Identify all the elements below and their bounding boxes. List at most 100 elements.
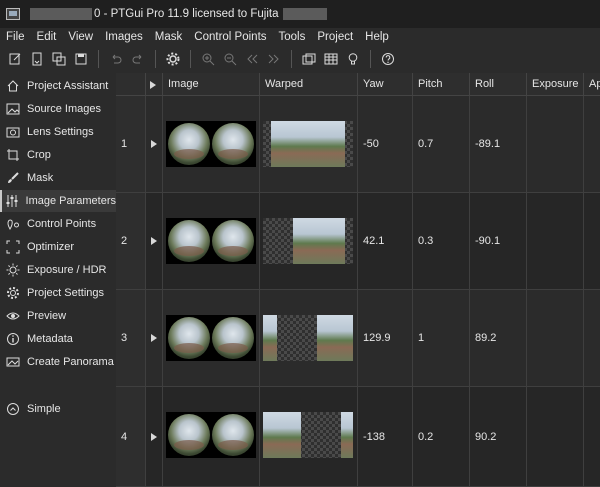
sidebar-item-metadata[interactable]: Metadata bbox=[0, 328, 116, 350]
table-row[interactable]: 2 42.1 0.3 -90.1 bbox=[116, 193, 600, 290]
menu-tools[interactable]: Tools bbox=[273, 31, 312, 43]
menu-project[interactable]: Project bbox=[311, 31, 359, 43]
row-expand[interactable] bbox=[146, 387, 163, 486]
header-image[interactable]: Image bbox=[163, 73, 260, 96]
toolbar-separator bbox=[190, 50, 191, 68]
roll-value[interactable]: -89.1 bbox=[470, 96, 527, 192]
simple-mode-toggle[interactable]: Simple bbox=[0, 398, 116, 420]
yaw-value[interactable]: 129.9 bbox=[358, 290, 413, 386]
zoom-out-icon[interactable] bbox=[220, 49, 240, 69]
aperture-value[interactable] bbox=[584, 290, 600, 386]
header-pitch[interactable]: Pitch bbox=[413, 73, 470, 96]
exposure-value[interactable] bbox=[527, 193, 584, 289]
exposure-value[interactable] bbox=[527, 387, 584, 486]
header-exposure[interactable]: Exposure bbox=[527, 73, 584, 96]
header-roll[interactable]: Roll bbox=[470, 73, 527, 96]
sidebar-item-crop[interactable]: Crop bbox=[0, 144, 116, 166]
table-row[interactable]: 3 129.9 1 89.2 bbox=[116, 290, 600, 387]
image-thumbnail-cell[interactable] bbox=[163, 96, 260, 192]
menu-mask[interactable]: Mask bbox=[149, 31, 188, 43]
yaw-value[interactable]: 42.1 bbox=[358, 193, 413, 289]
menu-control-points[interactable]: Control Points bbox=[188, 31, 272, 43]
sidebar-item-create-panorama[interactable]: Create Panorama bbox=[0, 351, 116, 373]
row-number: 3 bbox=[116, 290, 146, 386]
panorama-icon bbox=[5, 354, 21, 370]
panorama-editor-icon[interactable] bbox=[299, 49, 319, 69]
menu-view[interactable]: View bbox=[62, 31, 99, 43]
image-thumbnail-cell[interactable] bbox=[163, 193, 260, 289]
warped-thumbnail-cell[interactable] bbox=[260, 290, 358, 386]
zoom-in-icon[interactable] bbox=[198, 49, 218, 69]
row-expand[interactable] bbox=[146, 193, 163, 289]
table-row[interactable]: 1 -50 0.7 -89.1 bbox=[116, 96, 600, 193]
pitch-value[interactable]: 0.3 bbox=[413, 193, 470, 289]
toolbar-separator bbox=[291, 50, 292, 68]
chevron-up-circle-icon bbox=[5, 401, 21, 417]
yaw-value[interactable]: -138 bbox=[358, 387, 413, 486]
settings-icon[interactable] bbox=[163, 49, 183, 69]
next-icon[interactable] bbox=[264, 49, 284, 69]
new-project-icon[interactable] bbox=[5, 49, 25, 69]
roll-value[interactable]: 90.2 bbox=[470, 387, 527, 486]
roll-value[interactable]: -90.1 bbox=[470, 193, 527, 289]
app-icon bbox=[6, 8, 20, 20]
open-project-icon[interactable] bbox=[27, 49, 47, 69]
header-yaw[interactable]: Yaw bbox=[358, 73, 413, 96]
sidebar-item-project-settings[interactable]: Project Settings bbox=[0, 282, 116, 304]
aperture-value[interactable] bbox=[584, 96, 600, 192]
fisheye-thumbnail bbox=[166, 315, 256, 361]
undo-icon[interactable] bbox=[106, 49, 126, 69]
warped-thumbnail bbox=[263, 412, 353, 458]
aperture-value[interactable] bbox=[584, 387, 600, 486]
sidebar-item-project-assistant[interactable]: Project Assistant bbox=[0, 75, 116, 97]
sidebar-item-label: Mask bbox=[27, 172, 54, 184]
save-as-icon[interactable] bbox=[49, 49, 69, 69]
sidebar-item-source-images[interactable]: Source Images bbox=[0, 98, 116, 120]
menu-edit[interactable]: Edit bbox=[31, 31, 63, 43]
title-bar: 0 - PTGui Pro 11.9 licensed to Fujita bbox=[0, 0, 600, 28]
sidebar-item-exposure-hdr[interactable]: Exposure / HDR bbox=[0, 259, 116, 281]
toolbar-separator bbox=[98, 50, 99, 68]
lightbulb-icon[interactable] bbox=[343, 49, 363, 69]
row-expand[interactable] bbox=[146, 96, 163, 192]
sidebar-item-label: Metadata bbox=[27, 333, 73, 345]
fisheye-thumbnail bbox=[166, 218, 256, 264]
redo-icon[interactable] bbox=[128, 49, 148, 69]
sidebar-item-label: Crop bbox=[27, 149, 51, 161]
warped-thumbnail-cell[interactable] bbox=[260, 96, 358, 192]
header-expand[interactable] bbox=[146, 73, 163, 96]
exposure-value[interactable] bbox=[527, 96, 584, 192]
menu-file[interactable]: File bbox=[0, 31, 31, 43]
previous-icon[interactable] bbox=[242, 49, 262, 69]
sidebar-item-optimizer[interactable]: Optimizer bbox=[0, 236, 116, 258]
warped-thumbnail-cell[interactable] bbox=[260, 387, 358, 486]
sidebar-item-preview[interactable]: Preview bbox=[0, 305, 116, 327]
aperture-value[interactable] bbox=[584, 193, 600, 289]
help-icon[interactable] bbox=[378, 49, 398, 69]
table-row[interactable]: 4 -138 0.2 90.2 bbox=[116, 387, 600, 487]
sidebar-item-label: Create Panorama bbox=[27, 356, 114, 368]
header-warped[interactable]: Warped bbox=[260, 73, 358, 96]
yaw-value[interactable]: -50 bbox=[358, 96, 413, 192]
table-header: Image Warped Yaw Pitch Roll Exposure Ap bbox=[116, 73, 600, 96]
menu-images[interactable]: Images bbox=[99, 31, 149, 43]
save-icon[interactable] bbox=[71, 49, 91, 69]
row-number: 4 bbox=[116, 387, 146, 486]
header-aperture[interactable]: Ap bbox=[584, 73, 600, 96]
sidebar-item-control-points[interactable]: Control Points bbox=[0, 213, 116, 235]
sidebar-item-image-parameters[interactable]: Image Parameters bbox=[0, 190, 116, 212]
roll-value[interactable]: 89.2 bbox=[470, 290, 527, 386]
row-expand[interactable] bbox=[146, 290, 163, 386]
sidebar-item-mask[interactable]: Mask bbox=[0, 167, 116, 189]
menu-help[interactable]: Help bbox=[359, 31, 395, 43]
sidebar-item-label: Optimizer bbox=[27, 241, 75, 253]
pitch-value[interactable]: 0.2 bbox=[413, 387, 470, 486]
pitch-value[interactable]: 1 bbox=[413, 290, 470, 386]
sidebar-item-lens-settings[interactable]: Lens Settings bbox=[0, 121, 116, 143]
image-thumbnail-cell[interactable] bbox=[163, 387, 260, 486]
table-icon[interactable] bbox=[321, 49, 341, 69]
warped-thumbnail-cell[interactable] bbox=[260, 193, 358, 289]
exposure-value[interactable] bbox=[527, 290, 584, 386]
image-thumbnail-cell[interactable] bbox=[163, 290, 260, 386]
pitch-value[interactable]: 0.7 bbox=[413, 96, 470, 192]
